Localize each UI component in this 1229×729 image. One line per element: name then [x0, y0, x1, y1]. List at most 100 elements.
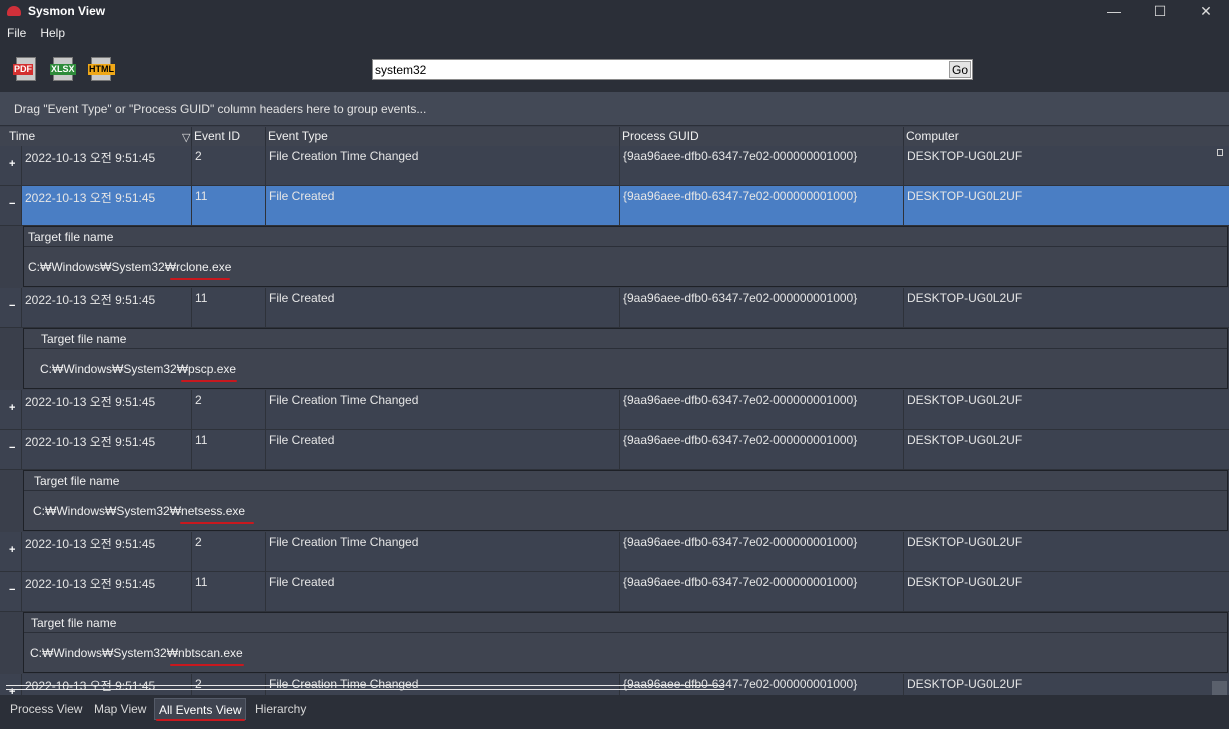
event-type-cell: File Created	[266, 186, 620, 225]
detail-field-value[interactable]: C:₩Windows₩System32₩rclone.exe	[24, 248, 1227, 286]
event-id-cell: 2	[192, 146, 266, 185]
detail-field-label: Target file name	[24, 613, 1227, 633]
xlsx-export-button[interactable]: XLSX	[49, 56, 77, 82]
horizontal-scrollbar[interactable]	[6, 685, 724, 690]
detail-field-value[interactable]: C:₩Windows₩System32₩pscp.exe	[24, 350, 1227, 388]
expand-icon[interactable]: +	[9, 545, 18, 556]
expander-cell: −	[0, 288, 22, 327]
detail-panel: Target file name C:₩Windows₩System32₩rcl…	[0, 226, 1229, 288]
collapse-icon[interactable]: −	[9, 443, 18, 454]
column-header-event-id[interactable]: Event ID	[191, 127, 266, 146]
process-guid-cell: {9aa96aee-dfb0-6347-7e02-000000001000}	[620, 532, 904, 571]
process-guid-cell: {9aa96aee-dfb0-6347-7e02-000000001000}	[620, 146, 904, 185]
process-guid-cell: {9aa96aee-dfb0-6347-7e02-000000001000}	[620, 430, 904, 469]
process-guid-cell: {9aa96aee-dfb0-6347-7e02-000000001000}	[620, 390, 904, 429]
column-header-time[interactable]: Time ▽	[6, 127, 192, 146]
event-id-cell: 2	[192, 390, 266, 429]
events-grid: + 2022-10-13 오전 9:51:45 2 File Creation …	[0, 146, 1229, 695]
computer-cell: DESKTOP-UG0L2UF	[907, 393, 1023, 407]
time-cell: 2022-10-13 오전 9:51:45	[22, 288, 192, 327]
detail-panel: Target file name C:₩Windows₩System32₩net…	[0, 470, 1229, 532]
table-row[interactable]: − 2022-10-13 오전 9:51:45 11 File Created …	[0, 572, 1229, 612]
pdf-export-label: PDF	[13, 64, 33, 75]
tab-map-view[interactable]: Map View	[90, 698, 150, 720]
expander-cell: +	[0, 390, 22, 429]
event-type-cell: File Creation Time Changed	[266, 146, 620, 185]
computer-cell: DESKTOP-UG0L2UF	[907, 535, 1023, 549]
go-button[interactable]: Go	[949, 61, 971, 78]
process-guid-cell: {9aa96aee-dfb0-6347-7e02-000000001000}	[620, 572, 904, 611]
collapse-icon[interactable]: −	[9, 301, 18, 312]
event-id-cell: 11	[192, 186, 266, 225]
tab-process-view[interactable]: Process View	[6, 698, 86, 720]
computer-cell: DESKTOP-UG0L2UF	[904, 186, 1229, 225]
process-guid-cell: {9aa96aee-dfb0-6347-7e02-000000001000}	[620, 186, 904, 225]
menu-help[interactable]: Help	[33, 26, 72, 40]
detail-field-value[interactable]: C:₩Windows₩System32₩netsess.exe	[24, 492, 1227, 530]
column-header-event-type[interactable]: Event Type	[265, 127, 620, 146]
event-type-cell: File Created	[266, 430, 620, 469]
collapse-icon[interactable]: −	[9, 199, 18, 210]
menu-bar: File Help	[0, 22, 1229, 44]
computer-cell: DESKTOP-UG0L2UF	[907, 291, 1023, 305]
expander-cell: −	[0, 186, 22, 225]
collapse-icon[interactable]: −	[9, 585, 18, 596]
html-export-button[interactable]: HTML	[87, 56, 115, 82]
app-logo-icon	[7, 6, 21, 16]
table-row[interactable]: + 2022-10-13 오전 9:51:45 2 File Creation …	[0, 146, 1229, 186]
column-header-process-guid[interactable]: Process GUID	[619, 127, 904, 146]
maximize-icon[interactable]: ☐	[1137, 0, 1183, 22]
time-cell: 2022-10-13 오전 9:51:45	[22, 430, 192, 469]
event-id-cell: 11	[192, 572, 266, 611]
expander-cell: −	[0, 430, 22, 469]
event-type-cell: File Created	[266, 288, 620, 327]
column-header-computer[interactable]: Computer	[903, 127, 1229, 146]
event-id-cell: 11	[192, 430, 266, 469]
computer-cell: DESKTOP-UG0L2UF	[907, 575, 1023, 589]
search-input[interactable]	[375, 61, 949, 78]
scrollbar-corner	[1212, 681, 1227, 695]
annotation-underline	[156, 719, 245, 721]
minimize-icon[interactable]: —	[1091, 0, 1137, 22]
time-cell: 2022-10-13 오전 9:51:45	[22, 146, 192, 185]
annotation-underline	[180, 522, 254, 524]
detail-panel: Target file name C:₩Windows₩System32₩psc…	[0, 328, 1229, 390]
table-row[interactable]: − 2022-10-13 오전 9:51:45 11 File Created …	[0, 430, 1229, 470]
detail-field-value[interactable]: C:₩Windows₩System32₩nbtscan.exe	[24, 634, 1227, 672]
expander-cell: −	[0, 572, 22, 611]
expander-cell: +	[0, 532, 22, 571]
table-row[interactable]: − 2022-10-13 오전 9:51:45 11 File Created …	[0, 288, 1229, 328]
xlsx-export-label: XLSX	[50, 64, 76, 75]
annotation-underline	[170, 664, 244, 666]
close-icon[interactable]: ✕	[1183, 0, 1229, 22]
expand-icon[interactable]: +	[9, 403, 18, 414]
pdf-export-button[interactable]: PDF	[12, 56, 40, 82]
time-cell: 2022-10-13 오전 9:51:45	[22, 532, 192, 571]
event-type-cell: File Creation Time Changed	[266, 390, 620, 429]
event-id-cell: 11	[192, 288, 266, 327]
detail-field-label: Target file name	[24, 471, 1227, 491]
time-cell: 2022-10-13 오전 9:51:45	[22, 390, 192, 429]
table-row[interactable]: − 2022-10-13 오전 9:51:45 11 File Created …	[0, 186, 1229, 226]
time-cell: 2022-10-13 오전 9:51:45	[22, 186, 192, 225]
html-export-label: HTML	[88, 64, 115, 75]
annotation-underline	[181, 380, 237, 382]
annotation-underline	[170, 278, 230, 280]
event-type-cell: File Creation Time Changed	[266, 532, 620, 571]
tab-all-events-view[interactable]: All Events View	[154, 698, 247, 720]
group-by-area[interactable]: Drag "Event Type" or "Process GUID" colu…	[0, 92, 1229, 126]
expand-icon[interactable]: +	[9, 159, 18, 170]
title-bar: Sysmon View — ☐ ✕	[0, 0, 1229, 22]
window-controls: — ☐ ✕	[1091, 0, 1229, 22]
table-row[interactable]: + 2022-10-13 오전 9:51:45 2 File Creation …	[0, 532, 1229, 572]
tab-hierarchy[interactable]: Hierarchy	[251, 698, 310, 720]
detail-field-label: Target file name	[24, 329, 1227, 349]
view-tabs: Process View Map View All Events View Hi…	[0, 695, 1229, 729]
menu-file[interactable]: File	[0, 26, 33, 40]
grid-header: Time ▽ Event ID Event Type Process GUID C…	[0, 127, 1229, 146]
event-type-cell: File Created	[266, 572, 620, 611]
group-by-hint: Drag "Event Type" or "Process GUID" colu…	[14, 102, 427, 116]
computer-cell: DESKTOP-UG0L2UF	[907, 677, 1023, 691]
vertical-scrollbar-thumb[interactable]	[1217, 149, 1223, 156]
table-row[interactable]: + 2022-10-13 오전 9:51:45 2 File Creation …	[0, 390, 1229, 430]
